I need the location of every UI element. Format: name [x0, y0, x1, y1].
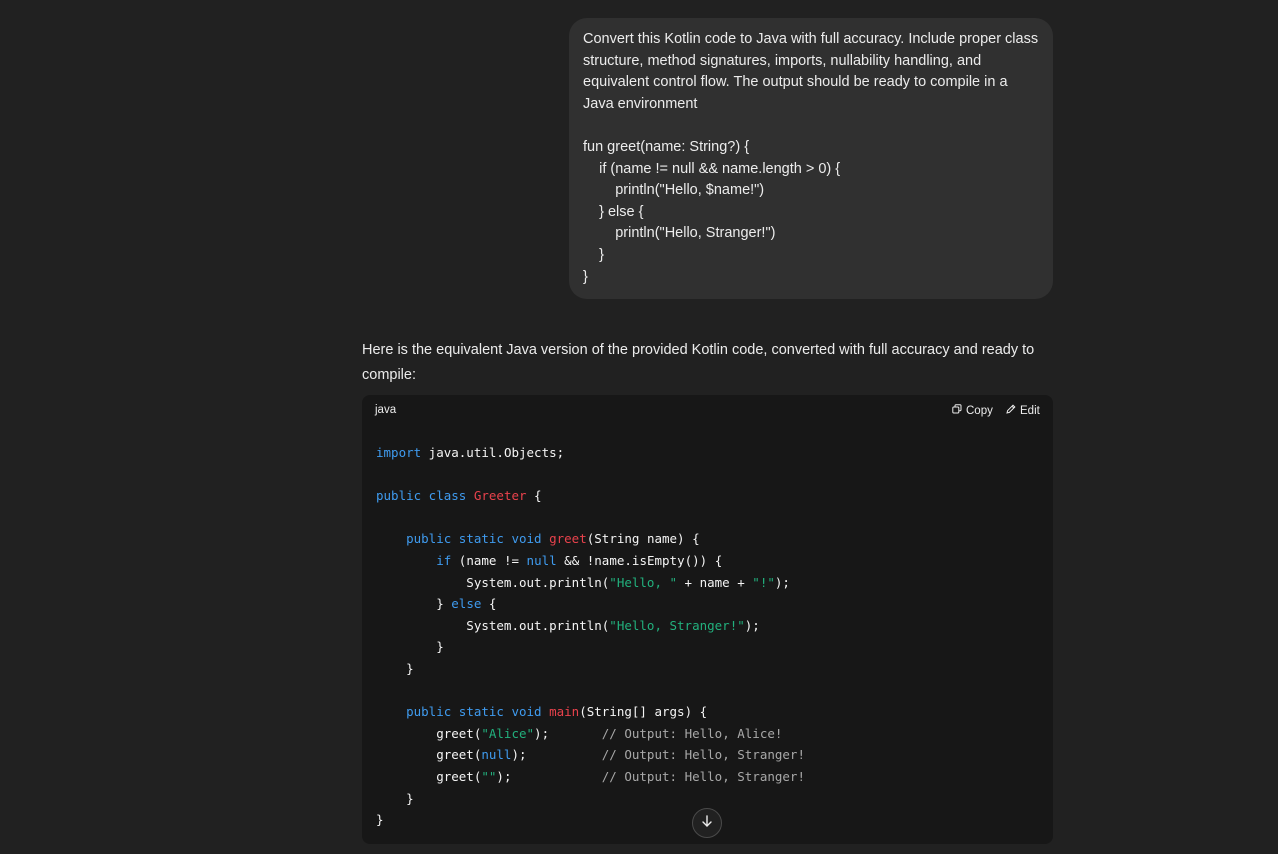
code-token: // Output: Hello, Alice!: [601, 725, 783, 741]
code-line: greet("Alice"); // Output: Hello, Alice!: [376, 723, 805, 745]
code-line: public static void main(String[] args) {: [376, 701, 805, 723]
user-message-code-line: fun greet(name: String?) {: [583, 138, 750, 155]
code-line: }: [376, 788, 805, 810]
code-token: greet: [549, 531, 587, 547]
user-message-text-line: structure, method signatures, imports, n…: [583, 52, 982, 69]
code-token: (String[] args) {: [579, 704, 708, 720]
code-block: java Copy Edit import java.util.Objects;…: [362, 395, 1053, 844]
edit-pencil-icon: [1006, 404, 1016, 417]
user-message-code-line: println("Hello, Stranger!"): [583, 225, 776, 242]
code-token: Greeter: [473, 488, 527, 504]
code-block-header: java Copy Edit: [362, 395, 1053, 427]
code-token: "Hello, ": [609, 574, 678, 590]
code-line: public class Greeter {: [376, 485, 805, 507]
user-message-code-line: }: [583, 246, 604, 263]
code-token: // Output: Hello, Stranger!: [601, 747, 805, 763]
code-token: "Alice": [481, 725, 535, 741]
code-token: && !name.isEmpty()) {: [556, 552, 723, 568]
user-message-text-line: equivalent control flow. The output shou…: [583, 74, 1008, 91]
code-token: }: [376, 660, 414, 676]
arrow-down-icon: [700, 814, 714, 833]
assistant-intro-line: Here is the equivalent Java version of t…: [362, 342, 1035, 358]
code-token: }: [376, 639, 444, 655]
copy-icon: [952, 404, 962, 417]
code-token: // Output: Hello, Stranger!: [601, 768, 805, 784]
code-token: System.out.println(: [376, 574, 610, 590]
user-message-text-line: Convert this Kotlin code to Java with fu…: [583, 31, 1039, 47]
code-token: "": [481, 768, 497, 784]
user-message-code-line: } else {: [583, 203, 644, 220]
code-token: if: [436, 552, 452, 568]
code-token: java.util.Objects;: [421, 445, 565, 460]
code-token: );: [744, 617, 760, 633]
edit-label: Edit: [1020, 404, 1040, 417]
user-message-text-line: Java environment: [583, 95, 698, 112]
code-token: {: [526, 488, 542, 504]
code-token: System.out.println(: [376, 617, 610, 633]
code-token: "Hello, Stranger!": [609, 617, 745, 633]
code-token: greet(: [376, 768, 482, 784]
copy-label: Copy: [966, 404, 993, 417]
code-token: }: [376, 790, 414, 806]
code-line: import java.util.Objects;: [376, 442, 805, 464]
code-content: import java.util.Objects; public class Gr…: [376, 442, 805, 831]
code-token: "!": [752, 574, 775, 590]
code-token: + name +: [677, 574, 753, 590]
code-token: public static void: [406, 531, 542, 547]
assistant-intro-line: compile:: [362, 367, 416, 383]
code-token: }: [376, 596, 452, 612]
code-token: (String name) {: [586, 531, 700, 547]
code-token: import: [376, 445, 422, 460]
code-token: );: [511, 747, 602, 763]
code-line: System.out.println("Hello, " + name + "!…: [376, 572, 805, 594]
copy-code-button[interactable]: Copy: [952, 404, 993, 417]
code-line: public static void greet(String name) {: [376, 528, 805, 550]
code-token: );: [774, 574, 790, 590]
code-token: null: [526, 552, 557, 568]
code-language-label: java: [375, 404, 397, 416]
code-token: (name !=: [451, 552, 527, 568]
user-message-bubble: Convert this Kotlin code to Java with fu…: [569, 18, 1053, 299]
scroll-to-bottom-button[interactable]: [692, 808, 722, 838]
code-line: greet(null); // Output: Hello, Stranger!: [376, 744, 805, 766]
code-line: } else {: [376, 593, 805, 615]
code-token: public static void: [406, 704, 542, 720]
code-token: {: [481, 596, 497, 612]
edit-code-button[interactable]: Edit: [1006, 404, 1040, 417]
assistant-intro-text: Here is the equivalent Java version of t…: [362, 338, 1052, 388]
user-message-code-line: if (name != null && name.length > 0) {: [583, 160, 841, 177]
code-token: greet(: [376, 747, 482, 763]
code-token: );: [534, 725, 602, 741]
code-line: greet(""); // Output: Hello, Stranger!: [376, 766, 805, 788]
user-message-code-line: println("Hello, $name!"): [583, 182, 765, 199]
code-line: if (name != null && !name.isEmpty()) {: [376, 550, 805, 572]
code-token: }: [376, 812, 384, 828]
code-token: null: [481, 747, 512, 763]
chat-page: Convert this Kotlin code to Java with fu…: [0, 0, 1278, 854]
code-token: main: [549, 704, 580, 720]
code-token: public class: [376, 488, 467, 504]
code-line: System.out.println("Hello, Stranger!");: [376, 615, 805, 637]
code-line: }: [376, 636, 805, 658]
user-message-code-line: }: [583, 268, 588, 285]
code-token: greet(: [376, 725, 482, 741]
code-token: else: [451, 596, 482, 612]
code-line: }: [376, 809, 805, 831]
code-token: );: [496, 768, 602, 784]
code-line: }: [376, 658, 805, 680]
